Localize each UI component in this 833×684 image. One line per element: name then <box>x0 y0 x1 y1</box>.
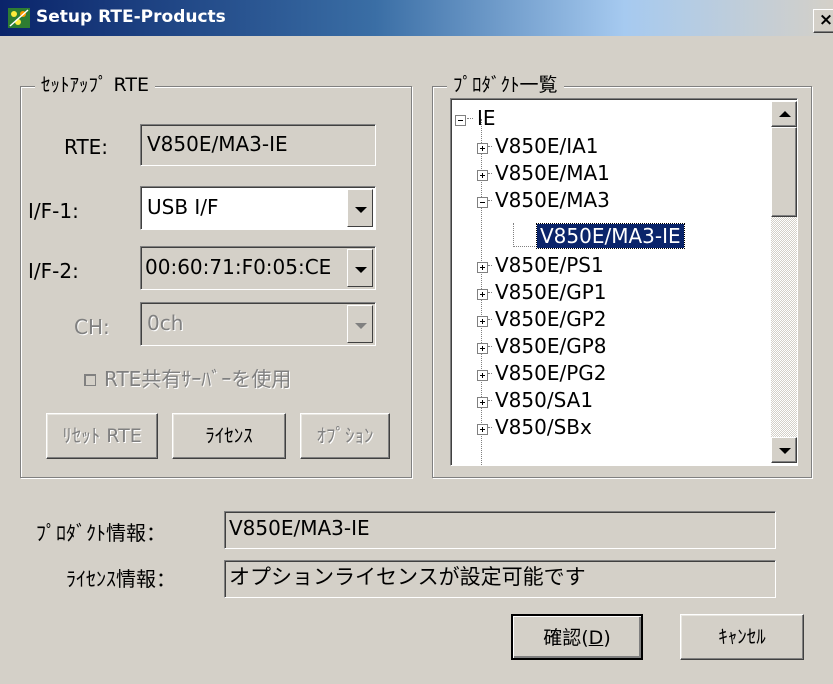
tree-node-v850e-gp2[interactable]: V850E/GP2 <box>488 306 607 332</box>
tree-node-v850-sbx[interactable]: V850/SBx <box>488 414 592 440</box>
rte-field: V850E/MA3-IE <box>140 124 376 166</box>
tree-line-ma3-ie <box>513 246 535 247</box>
if2-dropdown-button[interactable] <box>347 249 373 287</box>
tree-node-v850e-ma1[interactable]: V850E/MA1 <box>488 160 610 186</box>
tree-node-v850e-ma3[interactable]: V850E/MA3 <box>488 187 610 213</box>
cancel-button[interactable]: ｷｬﾝｾﾙ <box>680 614 804 660</box>
ok-button[interactable]: 確認(D) <box>511 614 643 660</box>
tree-node-label: V850E/MA1 <box>495 161 610 185</box>
if1-combobox[interactable]: USB I/F <box>140 186 376 230</box>
close-icon: × <box>818 10 833 30</box>
ok-button-label: 確認( <box>543 627 589 649</box>
shared-server-checkbox[interactable] <box>84 374 96 386</box>
tree-node-label: IE <box>477 106 496 130</box>
tree-node-label: V850E/GP8 <box>495 334 607 358</box>
tree-node-v850e-gp1[interactable]: V850E/GP1 <box>488 279 607 305</box>
tree-expand-icon[interactable] <box>477 262 488 273</box>
ch-combobox[interactable]: 0ch <box>140 302 376 346</box>
tree-expand-icon[interactable] <box>477 289 488 300</box>
window-title: Setup RTE-Products <box>36 7 226 27</box>
if2-label: I/F-2: <box>28 259 79 283</box>
cancel-button-label: ｷｬﾝｾﾙ <box>718 626 766 648</box>
tree-node-v850e-ia1[interactable]: V850E/IA1 <box>488 133 599 159</box>
rte-value: V850E/MA3-IE <box>147 132 288 156</box>
tree-node-label: V850E/IA1 <box>495 134 599 158</box>
product-info-label: ﾌﾟﾛﾀﾞｸﾄ情報： <box>36 521 166 545</box>
if1-label: I/F-1: <box>28 199 79 223</box>
tree-expand-icon[interactable] <box>477 343 488 354</box>
if1-dropdown-button[interactable] <box>347 189 373 227</box>
license-info-field: オプションライセンスが設定可能です <box>224 560 776 598</box>
ch-value: 0ch <box>147 311 184 335</box>
tree-node-v850e-ps1[interactable]: V850E/PS1 <box>488 252 604 278</box>
product-tree[interactable]: IE V850E/IA1 V850E/MA1 V850E/MA3 V850E/M… <box>450 98 798 466</box>
tree-line-ma3 <box>513 223 514 247</box>
license-info-label: ﾗｲｾﾝｽ情報： <box>66 567 176 591</box>
tree-node-label: V850E/GP2 <box>495 307 607 331</box>
scroll-up-button[interactable] <box>771 101 797 127</box>
tree-collapse-icon[interactable] <box>455 115 466 126</box>
rte-setup-group-label: ｾｯﾄｱｯﾌﾟ RTE <box>35 73 155 97</box>
option-button[interactable]: ｵﾌﾟｼｮﾝ <box>300 413 390 459</box>
tree-node-label: V850E/PG2 <box>495 361 607 385</box>
chevron-down-icon <box>355 323 367 329</box>
title-bar[interactable]: Setup RTE-Products × <box>0 0 833 36</box>
tree-expand-icon[interactable] <box>477 143 488 154</box>
tree-node-v850-sa1[interactable]: V850/SA1 <box>488 387 594 413</box>
tree-node-v850e-ma3-ie[interactable]: V850E/MA3-IE <box>536 223 685 249</box>
product-info-field: V850E/MA3-IE <box>224 511 776 549</box>
chevron-up-icon <box>779 111 791 117</box>
tree-expand-icon[interactable] <box>477 424 488 435</box>
chevron-down-icon <box>355 207 367 213</box>
chevron-down-icon <box>355 267 367 273</box>
tree-scrollbar[interactable] <box>771 101 797 463</box>
license-button-label: ﾗｲｾﾝｽ <box>205 425 253 447</box>
if1-value: USB I/F <box>147 195 219 219</box>
license-info-value: オプションライセンスが設定可能です <box>229 565 586 589</box>
rte-label: RTE: <box>64 135 109 159</box>
tree-collapse-icon[interactable] <box>477 197 488 208</box>
tree-expand-icon[interactable] <box>477 316 488 327</box>
reset-rte-button[interactable]: ﾘｾｯﾄ RTE <box>46 413 158 459</box>
tree-node-v850e-gp8[interactable]: V850E/GP8 <box>488 333 607 359</box>
reset-rte-button-label: ﾘｾｯﾄ RTE <box>62 425 142 447</box>
product-list-group-label: ﾌﾟﾛﾀﾞｸﾄ一覧 <box>447 73 564 97</box>
tree-node-label: V850E/PS1 <box>495 253 604 277</box>
scroll-thumb[interactable] <box>771 127 797 217</box>
app-icon <box>8 8 30 28</box>
tree-node-label: V850/SBx <box>495 415 592 439</box>
option-button-label: ｵﾌﾟｼｮﾝ <box>316 425 374 447</box>
tree-node-v850e-pg2[interactable]: V850E/PG2 <box>488 360 607 386</box>
if2-combobox[interactable]: 00:60:71:F0:05:CE <box>140 246 376 290</box>
shared-server-label: RTE共有ｻｰﾊﾞｰを使用 <box>104 367 292 391</box>
close-button[interactable]: × <box>813 9 833 33</box>
chevron-down-icon <box>779 448 791 454</box>
tree-node-label: V850E/MA3 <box>495 188 610 212</box>
if2-value: 00:60:71:F0:05:CE <box>145 255 332 279</box>
ok-button-accelerator: D <box>588 627 604 649</box>
tree-node-label: V850/SA1 <box>495 388 594 412</box>
license-button[interactable]: ﾗｲｾﾝｽ <box>172 413 286 459</box>
ch-label: CH: <box>74 315 110 339</box>
ok-button-label-suffix: ) <box>603 627 611 649</box>
tree-node-label-selected: V850E/MA3-IE <box>536 223 685 249</box>
tree-node-root[interactable]: IE <box>467 105 496 131</box>
ch-dropdown-button[interactable] <box>347 305 373 343</box>
tree-expand-icon[interactable] <box>477 370 488 381</box>
tree-expand-icon[interactable] <box>477 397 488 408</box>
tree-node-label: V850E/GP1 <box>495 280 607 304</box>
scroll-down-button[interactable] <box>771 437 797 463</box>
tree-expand-icon[interactable] <box>477 170 488 181</box>
product-info-value: V850E/MA3-IE <box>229 516 370 540</box>
